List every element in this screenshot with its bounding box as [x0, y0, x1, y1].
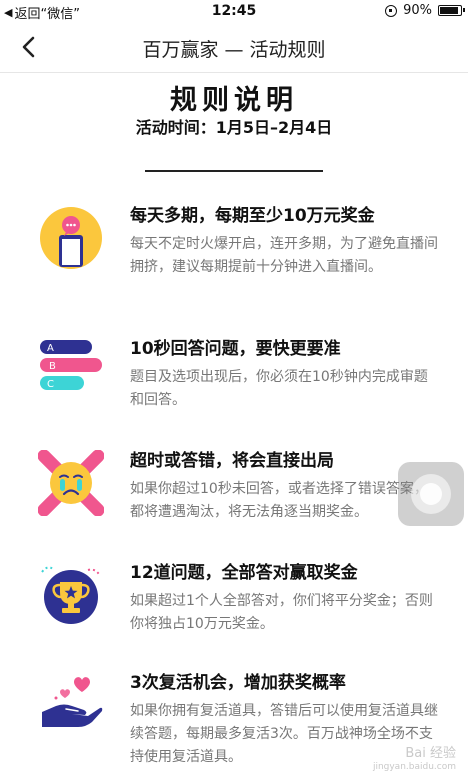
nav-bar: 百万赢家 — 活动规则 — [0, 22, 468, 73]
rule-title: 超时或答错，将会直接出局 — [130, 451, 334, 471]
rule-description: 题目及选项出现后，你必须在10秒钟内完成审题和回答。 — [130, 369, 428, 408]
rules-heading: 规则说明 — [170, 85, 298, 116]
hand-hearts-icon — [42, 677, 103, 727]
activity-time: 活动时间：1月5日–2月4日 — [135, 118, 333, 137]
rule-title: 每天多期，每期至少10万元奖金 — [130, 206, 375, 226]
page-title: 百万赢家 — 活动规则 — [142, 39, 326, 61]
option-b-label: B — [49, 361, 56, 372]
rule-description: 如果超过1个人全部答对，你们将平分奖金；否则你将独占10万元奖金。 — [130, 593, 433, 632]
rule-description: 如果你超过10秒未回答，或者选择了错误答案，都将遭遇淘汰，将无法角逐当期奖金。 — [130, 481, 428, 520]
rule-title: 10秒回答问题，要快更要准 — [130, 339, 341, 359]
crying-face-x-icon — [38, 450, 104, 516]
option-c-label: C — [47, 379, 54, 390]
phone-chat-icon — [40, 207, 102, 269]
rule-description: 每天不定时火爆开启，连开多期，为了避免直播间拥挤，建议每期提前十分钟进入直播间。 — [130, 236, 438, 275]
battery-icon — [438, 5, 465, 16]
rotation-lock-icon — [385, 4, 398, 17]
watermark-url: jingyan.baidu.com — [372, 762, 456, 772]
divider — [145, 170, 323, 172]
battery-percent: 90% — [403, 3, 432, 18]
rule-title: 12道问题，全部答对赢取奖金 — [130, 563, 358, 583]
watermark: Bai 经验 jingyan.baidu.com — [373, 742, 456, 772]
option-a-label: A — [47, 343, 54, 354]
assistive-touch-button[interactable] — [398, 462, 464, 526]
status-bar: ◀ 返回“微信” 12:45 90% — [0, 0, 468, 22]
trophy-icon — [41, 566, 101, 624]
abc-options-icon: A B C — [40, 340, 102, 390]
rule-title: 3次复活机会，增加获奖概率 — [130, 673, 346, 693]
watermark-main: Bai 经验 — [405, 746, 456, 761]
